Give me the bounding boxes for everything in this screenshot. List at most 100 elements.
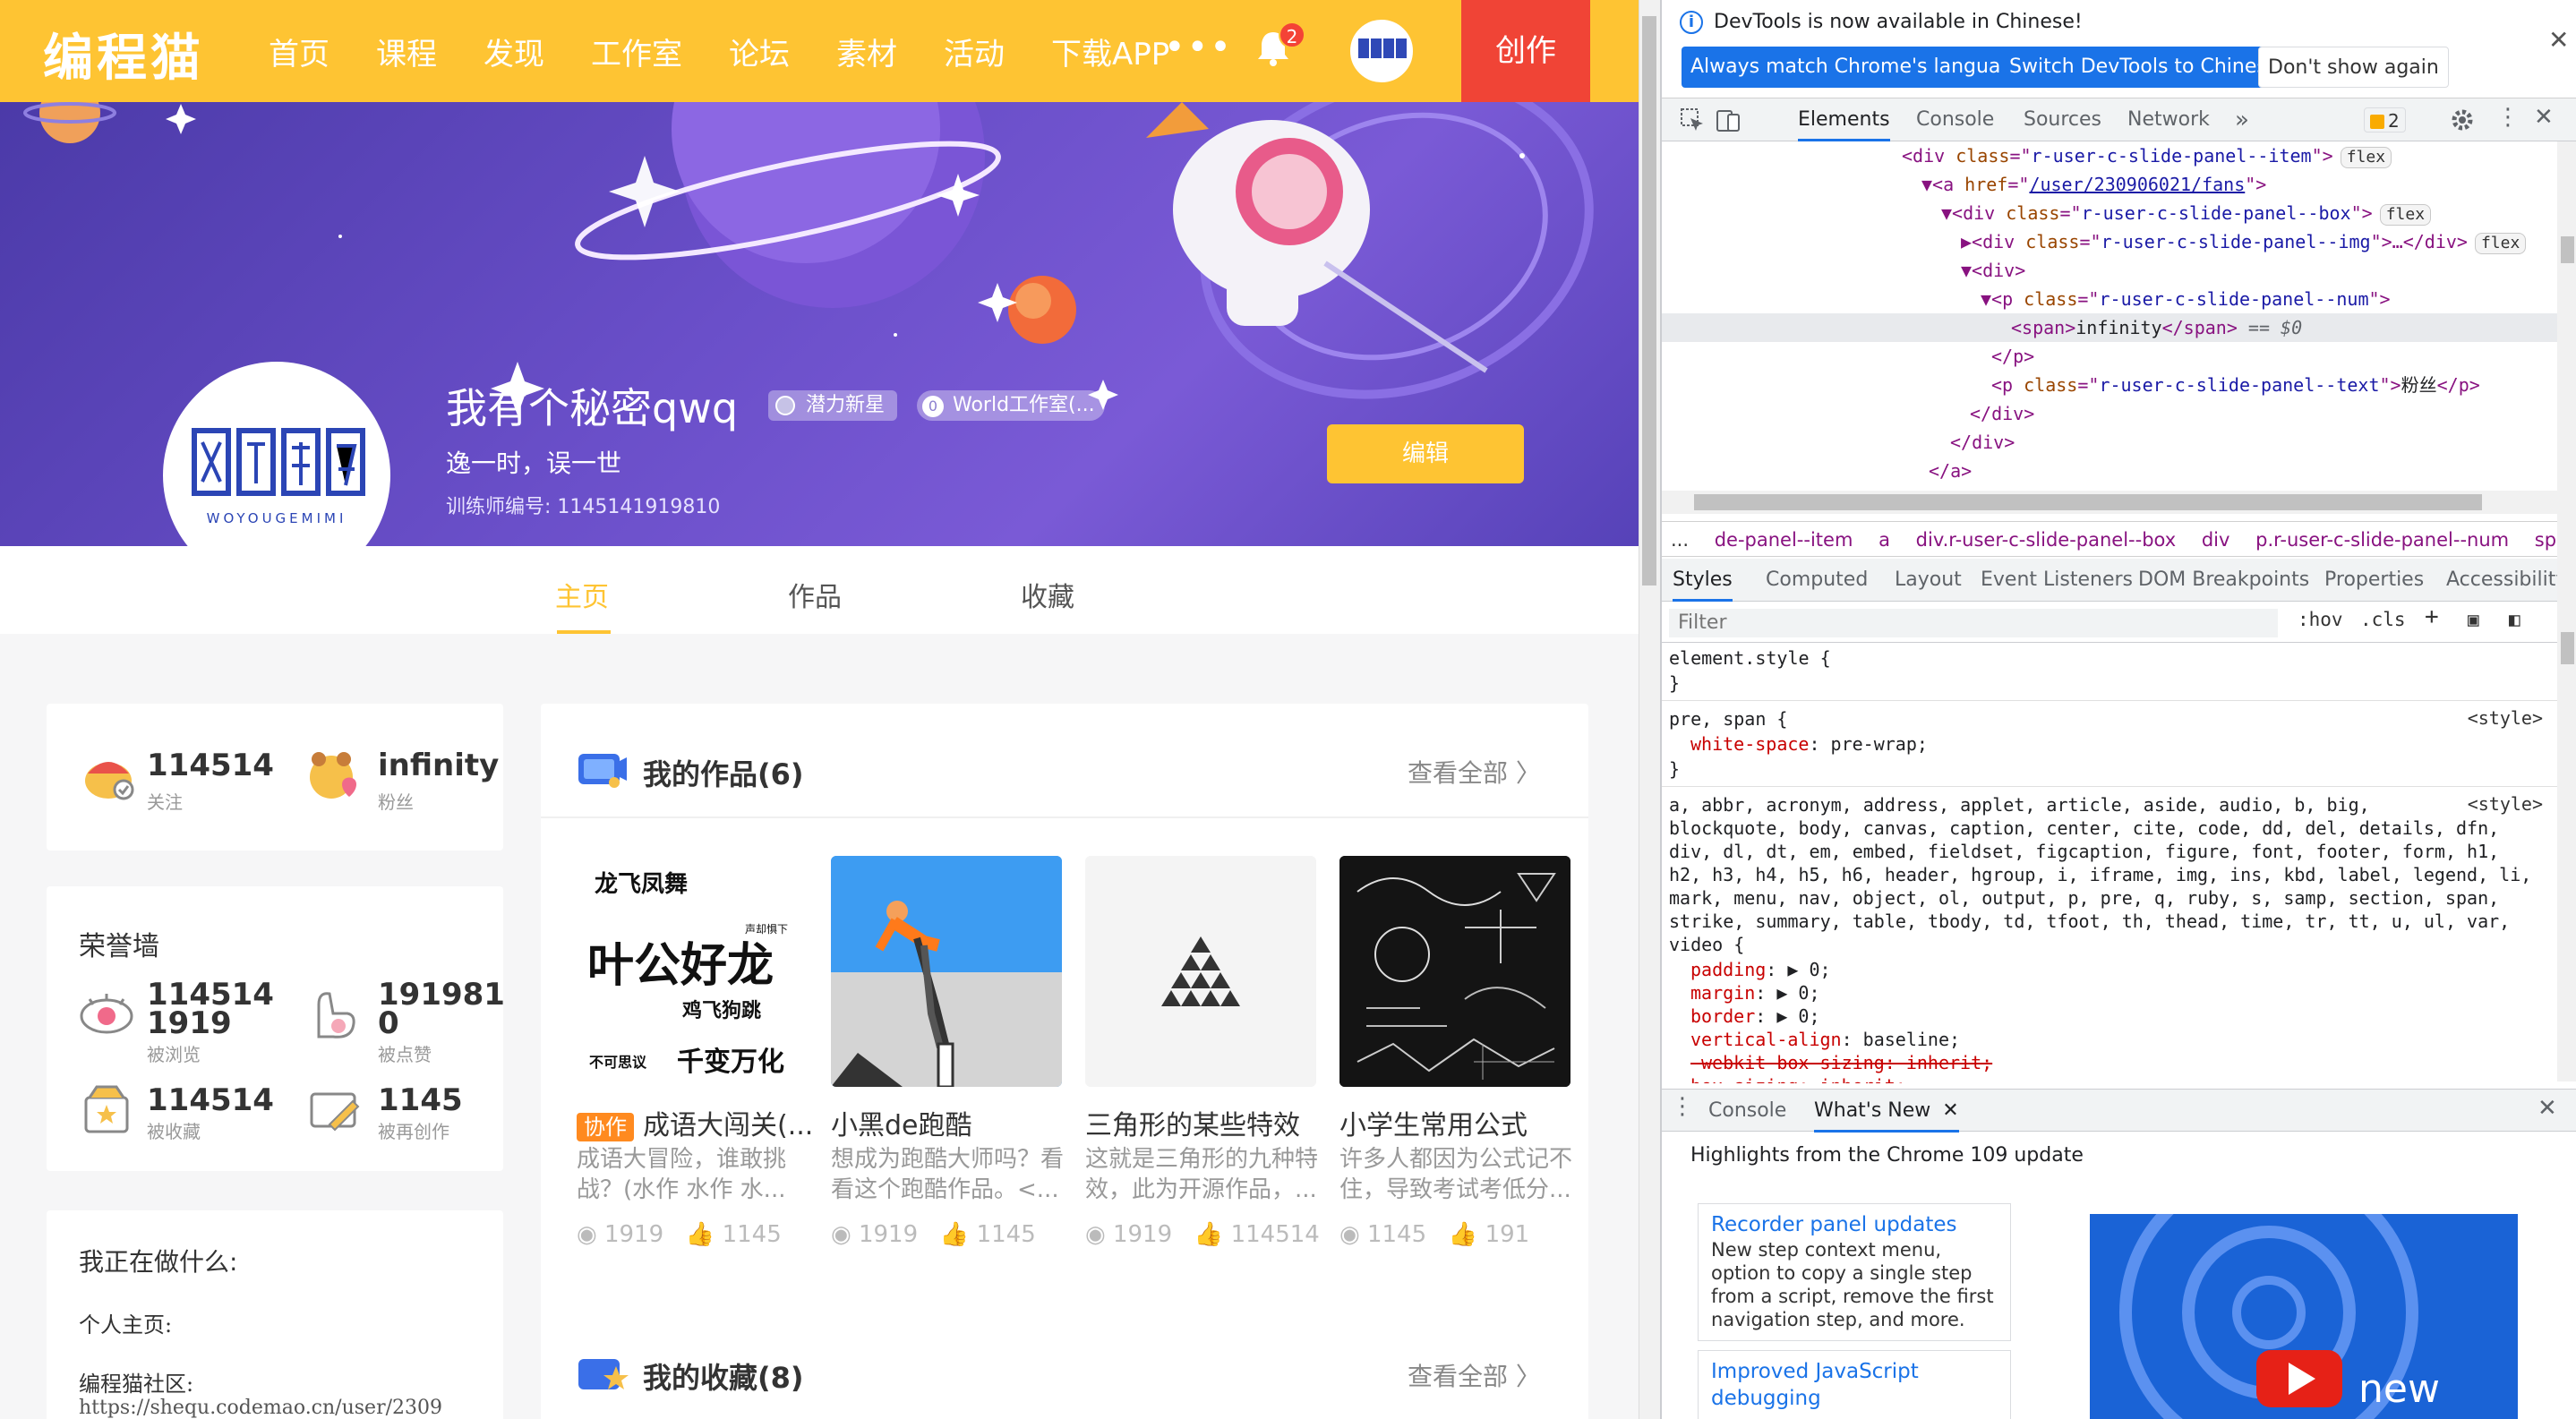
device-toolbar-icon[interactable] [1714,106,1742,134]
whats-new-video-thumbnail[interactable]: new [2090,1214,2518,1419]
flex-badge[interactable]: flex [2340,147,2392,168]
paint-icon[interactable]: ▣ [2468,609,2479,630]
collections-view-all-link[interactable]: 查看全部 〉 [1408,1357,1541,1393]
styles-vscroll-thumb[interactable] [2561,632,2574,664]
close-devtools-icon[interactable]: ✕ [2534,104,2554,131]
dom-node-line[interactable]: </div> [1662,428,2557,457]
kebab-menu-icon[interactable]: ⋮ [2496,104,2520,131]
card-title[interactable]: Recorder panel updates [1711,1211,1998,1238]
css-declaration[interactable]: margin: ▶ 0; [1669,981,2546,1004]
devtools-vertical-scrollbar[interactable] [2557,141,2576,1081]
edit-profile-button[interactable]: 编辑 [1327,424,1524,483]
dom-vscroll-thumb[interactable] [2561,236,2574,263]
tab-console[interactable]: Console [1916,98,1994,141]
subtab-computed[interactable]: Computed [1766,559,1868,602]
breadcrumb-item[interactable]: div [2202,522,2230,556]
close-icon[interactable]: ✕ [2548,25,2569,55]
site-logo[interactable]: 编程猫 [43,18,204,90]
css-declaration[interactable]: border: ▶ 0; [1669,1004,2546,1028]
nav-materials[interactable]: 素材 [836,30,897,73]
work-thumbnail[interactable]: 龙飞凤舞 声却惧下 叶公好龙 鸡飞狗跳 不可思议 千变万化 [577,856,808,1087]
nav-discover[interactable]: 发现 [484,30,544,73]
tab-works[interactable]: 作品 [788,575,842,614]
subtab-accessibility[interactable]: Accessibility [2446,559,2567,602]
page-scrollbar-thumb[interactable] [1642,16,1656,586]
nav-events[interactable]: 活动 [944,30,1005,73]
dom-node-line[interactable]: </a> [1662,457,2557,485]
whats-new-card[interactable]: Recorder panel updates New step context … [1698,1203,2011,1341]
dom-hscroll-thumb[interactable] [1694,494,2482,510]
tab-home[interactable]: 主页 [555,575,609,614]
dom-node-line[interactable]: </p> [1662,342,2557,371]
nav-avatar[interactable] [1350,20,1413,82]
css-declaration-overridden[interactable]: box-sizing: inherit; [1669,1074,2546,1083]
studio-badge[interactable]: World工作室(... [917,390,1105,421]
bio-link[interactable]: https://shequ.codemao.cn/user/2309 [79,1397,442,1419]
breadcrumb-item[interactable]: de-panel--item [1715,522,1853,556]
work-thumbnail[interactable] [1085,856,1316,1087]
work-title[interactable]: 三角形的某些特效 [1085,1103,1336,1142]
nav-download-app[interactable]: 下载APP [1051,30,1169,73]
css-declaration-overridden[interactable]: -webkit-box-sizing: inherit; [1669,1051,2546,1074]
work-title[interactable]: 小学生常用公式 [1339,1103,1590,1142]
create-button[interactable]: 创作 [1461,0,1590,102]
dom-node-line[interactable]: ▼<a href="/user/230906021/fans"> [1662,170,2557,199]
fans-count[interactable]: infinity [378,750,499,781]
card-title[interactable]: Improved JavaScript debugging [1711,1358,1998,1412]
class-toggle[interactable]: .cls [2360,609,2406,630]
close-tab-icon[interactable]: ✕ [1942,1099,1958,1122]
nav-studio[interactable]: 工作室 [591,30,682,73]
css-declaration[interactable]: white-space: pre-wrap; [1669,732,2546,756]
subtab-styles[interactable]: Styles [1673,559,1733,602]
tab-sources[interactable]: Sources [2024,98,2101,141]
subtab-dom-breakpoints[interactable]: DOM Breakpoints [2138,559,2309,602]
dom-node-line[interactable]: ▶<div class="r-user-c-slide-panel--img">… [1662,227,2557,256]
match-language-button[interactable]: Always match Chrome's language [1682,47,2034,88]
dont-show-again-button[interactable]: Don't show again [2258,47,2449,88]
dom-node-line[interactable]: ▼<div class="r-user-c-slide-panel--box">… [1662,199,2557,227]
breadcrumb-ellipsis[interactable]: ... [1671,522,1689,556]
subtab-properties[interactable]: Properties [2324,559,2424,602]
css-rule-source[interactable]: <style> [2468,793,2543,815]
css-declaration[interactable]: vertical-align: baseline; [1669,1028,2546,1051]
subtab-event-listeners[interactable]: Event Listeners [1981,559,2133,602]
breadcrumb-item[interactable]: a [1879,522,1890,556]
drawer-tab-console[interactable]: Console [1708,1090,1786,1133]
issues-counter[interactable]: 2 [2364,107,2406,132]
tab-collections[interactable]: 收藏 [1021,575,1074,614]
css-rule-selector[interactable]: a, abbr, acronym, address, applet, artic… [1669,793,2421,816]
work-thumbnail[interactable] [1339,856,1570,1087]
switch-chinese-button[interactable]: Switch DevTools to Chinese [2000,47,2289,88]
add-rule-icon[interactable]: + [2425,603,2439,630]
dom-horizontal-scrollbar[interactable] [1662,491,2576,514]
nav-courses[interactable]: 课程 [376,30,437,73]
breadcrumb-item[interactable]: div.r-user-c-slide-panel--box [1916,522,2176,556]
following-count[interactable]: 114514 [147,750,274,781]
page-scrollbar[interactable] [1639,0,1660,1419]
dom-node-selected[interactable]: <span>infinity</span> == $0 [1662,313,2557,342]
work-title[interactable]: 小黑de跑酷 [831,1103,1082,1142]
css-rule-selector[interactable]: pre, span { [1669,707,2546,731]
dom-node-line[interactable]: <div class="r-user-c-slide-panel--item">… [1662,141,2557,170]
sidebar-toggle-icon[interactable]: ◧ [2509,609,2520,630]
settings-gear-icon[interactable] [2448,106,2477,134]
css-rule-selector[interactable]: element.style { [1669,646,2546,670]
inspect-element-icon[interactable] [1678,106,1707,134]
css-rule-source[interactable]: <style> [2468,707,2543,729]
works-view-all-link[interactable]: 查看全部 〉 [1408,754,1541,790]
dom-node-line[interactable]: </div> [1662,399,2557,428]
whats-new-card[interactable]: Improved JavaScript debugging [1698,1350,2011,1419]
dom-node-line[interactable]: <p class="r-user-c-slide-panel--text">粉丝… [1662,371,2557,399]
work-thumbnail[interactable] [831,856,1062,1087]
breadcrumb-item[interactable]: p.r-user-c-slide-panel--num [2255,522,2509,556]
tab-network[interactable]: Network [2127,98,2210,141]
styles-filter-input[interactable] [1669,609,2278,637]
nav-forum[interactable]: 论坛 [729,30,790,73]
work-title[interactable]: 协作 成语大闯关(... [577,1103,827,1142]
nav-home[interactable]: 首页 [269,30,329,73]
drawer-menu-icon[interactable]: ⋮ [1671,1093,1694,1120]
css-declaration[interactable]: padding: ▶ 0; [1669,958,2546,981]
flex-badge[interactable]: flex [2379,204,2432,226]
tab-elements[interactable]: Elements [1798,98,1890,141]
subtab-layout[interactable]: Layout [1895,559,1962,602]
